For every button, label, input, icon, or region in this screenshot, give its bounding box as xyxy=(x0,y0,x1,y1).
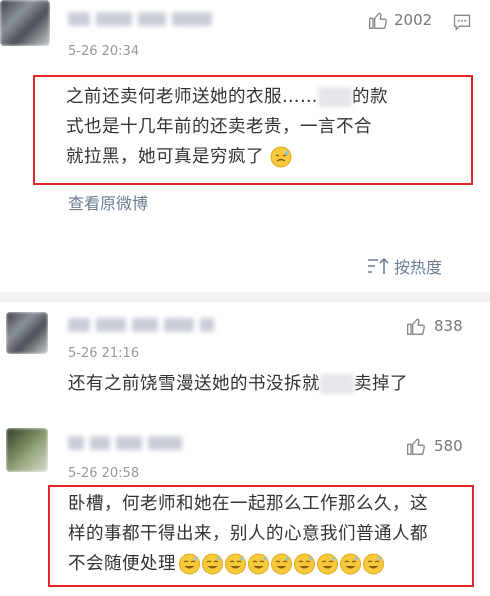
sort-label: 按热度 xyxy=(394,258,443,277)
comment-time: 5-26 20:34 xyxy=(68,44,140,59)
avatar[interactable] xyxy=(0,0,50,46)
sweat-smile-emoji xyxy=(202,553,223,575)
like-count: 580 xyxy=(434,437,463,455)
like-button[interactable]: 580 xyxy=(406,436,463,456)
like-count: 838 xyxy=(434,317,463,335)
thumbs-up-icon xyxy=(369,12,387,30)
redacted-text xyxy=(318,87,352,107)
avatar[interactable] xyxy=(6,312,48,354)
username-blurred[interactable] xyxy=(68,318,214,332)
section-divider xyxy=(0,292,490,302)
redacted-text xyxy=(320,374,354,394)
sort-button[interactable]: 按热度 xyxy=(366,254,442,278)
emoji-row xyxy=(178,553,385,575)
comment-time: 5-26 21:16 xyxy=(68,346,140,361)
sweat-smile-emoji xyxy=(363,553,384,575)
comment-time: 5-26 20:58 xyxy=(68,466,140,481)
sweat-smile-emoji xyxy=(248,553,269,575)
comment-text: 之前还卖何老师送她的衣服…… 的款 式也是十几年前的还卖老贵，一言不合 就拉黑，她… xyxy=(66,87,388,168)
sweat-smile-emoji xyxy=(294,553,315,575)
like-button[interactable]: 2002 xyxy=(368,10,432,30)
like-count: 2002 xyxy=(394,11,433,29)
sweat-smile-emoji xyxy=(340,553,361,575)
comment-text: 卧槽，何老师和她在一起那么工作那么久，这 样的事都干得出来，别人的心意我们普通人… xyxy=(68,494,428,575)
reply-button[interactable] xyxy=(452,12,472,36)
embarrassed-emoji xyxy=(270,146,292,168)
sweat-smile-emoji xyxy=(271,553,292,575)
comment-icon xyxy=(453,14,471,31)
sweat-smile-emoji xyxy=(179,553,200,575)
sort-icon xyxy=(368,257,389,274)
thumbs-up-icon xyxy=(407,438,425,455)
thumbs-up-icon xyxy=(407,318,425,335)
view-original-link[interactable]: 查看原微博 xyxy=(68,190,148,214)
sweat-smile-emoji xyxy=(225,553,246,575)
username-blurred[interactable] xyxy=(68,436,182,450)
avatar[interactable] xyxy=(6,428,48,472)
comment-text: 还有之前饶雪漫送她的书没拆就 卖掉了 xyxy=(68,374,408,394)
username-blurred[interactable] xyxy=(68,12,212,26)
like-button[interactable]: 838 xyxy=(406,316,463,336)
sweat-smile-emoji xyxy=(317,553,338,575)
